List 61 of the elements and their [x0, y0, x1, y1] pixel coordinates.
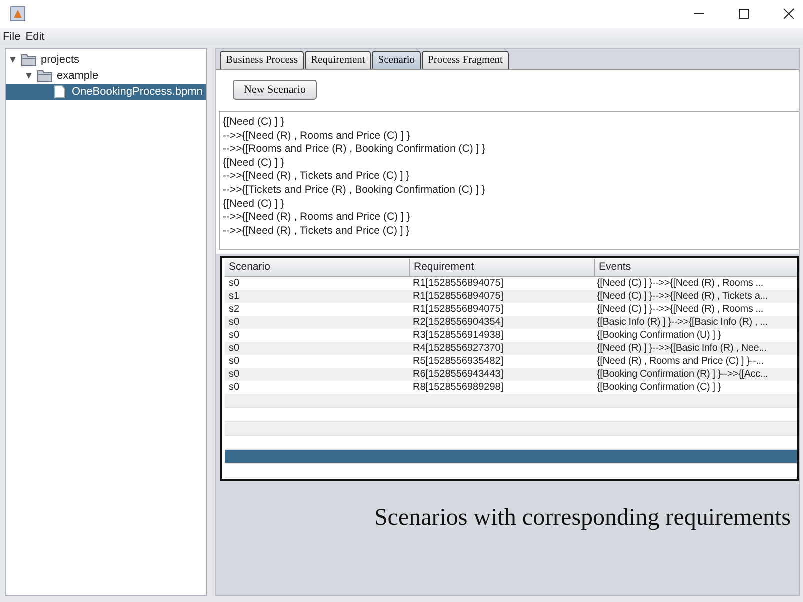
text-line: -->>{[Tickets and Price (R) , Booking Confirmation (C) ] } — [223, 184, 486, 198]
folder-icon — [21, 53, 37, 67]
table-cell-text: s1 — [228, 290, 241, 303]
table-row[interactable]: s0 R6[1528556943443] {[Booking Confirmation (R) ] }-->>{[Acc... — [225, 368, 797, 381]
table-row[interactable]: s1 R1[1528556894075] {[Need (C) ] }-->>{[Need (R) , Tickets a... — [225, 290, 797, 303]
table-cell-text: s0 — [228, 368, 241, 381]
table-cell-text: s2 — [228, 303, 241, 316]
table-row[interactable]: s0 R2[1528556904354] {[Basic Info (R) ] }-->>{[Basic Info (R) , ... — [225, 316, 797, 329]
column-header[interactable]: Events — [595, 259, 797, 276]
scenario-text-area[interactable] — [219, 111, 799, 250]
text-line: {[Need (C) ] } — [223, 116, 286, 130]
table-cell-text: s0 — [228, 381, 241, 394]
table-cell-text: s0 — [228, 316, 241, 329]
text-line: -->>{[Rooms and Price (R) , Booking Confirmation (C) ] } — [223, 143, 487, 157]
table-cell-text: R1[1528556894075] — [412, 290, 505, 303]
table-cell-text: {[Booking Confirmation (U) ] } — [596, 329, 722, 342]
tab[interactable]: Process Fragment — [422, 51, 509, 69]
text-line: -->>{[Need (R) , Tickets and Price (C) ] } — [223, 224, 411, 238]
menu-item[interactable]: File — [3, 30, 21, 42]
table-cell-text: R8[1528556989298] — [412, 381, 505, 394]
table-cell-text: R6[1528556943443] — [412, 368, 505, 381]
table-cell-text: s0 — [228, 355, 241, 368]
table-cell-text: R3[1528556914938] — [412, 329, 505, 342]
table-cell-text: {[Need (C) ] }-->>{[Need (R) , Rooms ... — [596, 303, 765, 316]
table-cell-text: {[Booking Confirmation (C) ] } — [596, 381, 722, 394]
caption: Scenarios with corresponding requirements — [374, 505, 791, 532]
table-cell-text: s0 — [228, 329, 241, 342]
column-header[interactable]: Requirement — [410, 259, 595, 276]
file-icon — [52, 85, 68, 99]
table-cell-text: {[Basic Info (R) ] }-->>{[Basic Info (R) , ... — [596, 316, 769, 329]
table-cell-text: s0 — [228, 342, 241, 355]
tree-item[interactable]: projects — [6, 52, 206, 68]
table-cell-text: R1[1528556894075] — [412, 303, 505, 316]
table-cell-text: {[Booking Confirmation (R) ] }-->>{[Acc... — [596, 368, 770, 381]
tab[interactable]: Scenario — [372, 51, 422, 69]
table-cell-text: {[Need (C) ] }-->>{[Need (R) , Tickets a... — [596, 290, 769, 303]
text-line: -->>{[Need (R) , Tickets and Price (C) ] } — [223, 170, 411, 184]
tab[interactable]: Requirement — [305, 51, 372, 69]
app-icon — [10, 6, 26, 22]
tree-item[interactable]: OneBookingProcess.bpmn — [6, 84, 206, 100]
column-header[interactable]: Scenario — [225, 259, 410, 276]
text-line: {[Need (C) ] } — [223, 198, 286, 212]
table-cell-text: s0 — [228, 277, 241, 290]
table-row[interactable] — [225, 450, 797, 464]
close-icon[interactable] — [783, 8, 795, 20]
maximize-icon[interactable] — [738, 8, 750, 20]
menu-item[interactable]: Edit — [26, 30, 45, 42]
table-cell-text: {[Need (R) , Rooms and Price (C) ] }--... — [596, 355, 765, 368]
table-cell-text: R4[1528556927370] — [412, 342, 505, 355]
table-cell-text: R1[1528556894075] — [412, 277, 505, 290]
table-cell-text: {[Need (C) ] }-->>{[Need (R) , Rooms ... — [596, 277, 765, 290]
table-cell-text: {[Need (R) ] }-->>{[Basic Info (R) , Nee... — [596, 342, 768, 355]
text-line: -->>{[Need (R) , Rooms and Price (C) ] } — [223, 211, 412, 225]
new-scenario-button[interactable]: New Scenario — [233, 80, 318, 100]
tab[interactable]: Business Process — [220, 51, 304, 69]
folder-icon — [37, 69, 53, 83]
table-cell-text: R2[1528556904354] — [412, 316, 505, 329]
table-cell-text: R5[1528556935482] — [412, 355, 505, 368]
table-row[interactable]: s0 R4[1528556927370] {[Need (R) ] }-->>{[Basic Info (R) , Nee... — [225, 342, 797, 355]
text-line: {[Need (C) ] } — [223, 156, 286, 170]
text-line: -->>{[Need (R) , Rooms and Price (C) ] } — [223, 130, 412, 144]
